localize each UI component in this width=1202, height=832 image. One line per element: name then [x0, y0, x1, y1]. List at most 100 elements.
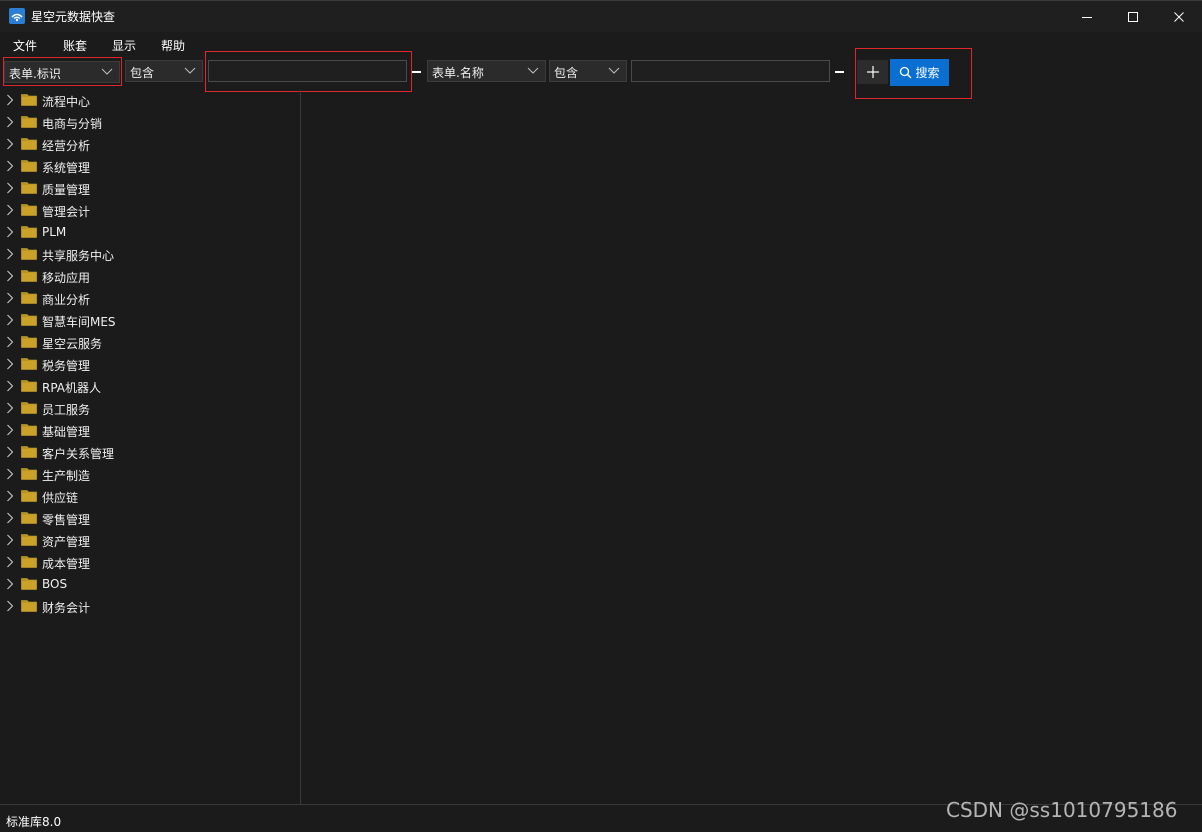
search-button-label: 搜索 — [915, 66, 940, 80]
value-input-2[interactable] — [631, 60, 830, 82]
menu-view[interactable]: 显示 — [112, 37, 136, 54]
tree-item[interactable]: 系统管理 — [0, 156, 300, 178]
chevron-right-icon[interactable] — [6, 358, 14, 370]
tree-item-label: 供应链 — [42, 491, 79, 505]
tree-item-label: 质量管理 — [42, 183, 91, 197]
add-condition-button[interactable] — [857, 60, 888, 84]
chevron-right-icon[interactable] — [6, 380, 14, 392]
chevron-right-icon[interactable] — [6, 578, 14, 590]
chevron-right-icon[interactable] — [6, 468, 14, 480]
tree-item[interactable]: 管理会计 — [0, 200, 300, 222]
field-select-1-value: 表单.标识 — [9, 67, 61, 81]
tree-item[interactable]: 资产管理 — [0, 530, 300, 552]
tree-item[interactable]: PLM — [0, 222, 300, 244]
chevron-right-icon[interactable] — [6, 424, 14, 436]
filter-toolbar: 表单.标识 包含 表单.名称 包含 搜索 — [0, 48, 1202, 99]
folder-icon — [21, 204, 37, 216]
tree-item[interactable]: 生产制造 — [0, 464, 300, 486]
tree-item[interactable]: 智慧车间MES — [0, 310, 300, 332]
chevron-right-icon[interactable] — [6, 446, 14, 458]
tree-item[interactable]: 供应链 — [0, 486, 300, 508]
minimize-icon — [1082, 16, 1092, 18]
chevron-right-icon[interactable] — [6, 160, 14, 172]
tree-item-label: 经营分析 — [42, 139, 91, 153]
chevron-right-icon[interactable] — [6, 556, 14, 568]
tree-item[interactable]: 成本管理 — [0, 552, 300, 574]
tree-item-label: 电商与分销 — [42, 117, 103, 131]
tree-item-label: PLM — [42, 225, 67, 239]
maximize-button[interactable] — [1110, 1, 1156, 32]
menu-account-set[interactable]: 账套 — [63, 37, 87, 54]
chevron-right-icon[interactable] — [6, 512, 14, 524]
tree-item[interactable]: 质量管理 — [0, 178, 300, 200]
menu-file[interactable]: 文件 — [13, 37, 37, 54]
tree-item[interactable]: 客户关系管理 — [0, 442, 300, 464]
folder-icon — [21, 468, 37, 480]
tree-item-label: RPA机器人 — [42, 381, 102, 395]
chevron-down-icon — [184, 67, 196, 74]
chevron-right-icon[interactable] — [6, 270, 14, 282]
field-select-1[interactable]: 表单.标识 — [4, 61, 120, 83]
chevron-right-icon[interactable] — [6, 292, 14, 304]
tree-item[interactable]: 经营分析 — [0, 134, 300, 156]
chevron-right-icon[interactable] — [6, 204, 14, 216]
title-bar: 星空元数据快查 — [0, 0, 1202, 32]
chevron-right-icon[interactable] — [6, 314, 14, 326]
close-icon — [1174, 11, 1184, 22]
chevron-right-icon[interactable] — [6, 226, 14, 238]
close-button[interactable] — [1156, 1, 1202, 32]
tree-item[interactable]: 基础管理 — [0, 420, 300, 442]
tree-item[interactable]: 共享服务中心 — [0, 244, 300, 266]
chevron-right-icon[interactable] — [6, 490, 14, 502]
chevron-right-icon[interactable] — [6, 116, 14, 128]
chevron-right-icon[interactable] — [6, 248, 14, 260]
chevron-right-icon[interactable] — [6, 138, 14, 150]
chevron-right-icon[interactable] — [6, 402, 14, 414]
folder-icon — [21, 556, 37, 568]
value-input-1[interactable] — [208, 60, 407, 82]
tree-item-label: 税务管理 — [42, 359, 91, 373]
chevron-down-icon — [101, 68, 113, 75]
operator-select-2[interactable]: 包含 — [549, 60, 627, 82]
chevron-right-icon[interactable] — [6, 600, 14, 612]
menu-bar: 文件 账套 显示 帮助 — [0, 32, 1202, 56]
folder-icon — [21, 182, 37, 194]
tree-item[interactable]: 星空云服务 — [0, 332, 300, 354]
folder-icon — [21, 314, 37, 326]
window-title: 星空元数据快查 — [31, 10, 116, 24]
menu-help[interactable]: 帮助 — [161, 37, 185, 54]
folder-icon — [21, 490, 37, 502]
tree-item[interactable]: 移动应用 — [0, 266, 300, 288]
chevron-right-icon[interactable] — [6, 182, 14, 194]
tree-item-label: 星空云服务 — [42, 337, 103, 351]
chevron-right-icon[interactable] — [6, 94, 14, 106]
tree-item[interactable]: 零售管理 — [0, 508, 300, 530]
tree-item[interactable]: 财务会计 — [0, 596, 300, 618]
range-dash — [835, 71, 844, 73]
app-logo-icon — [9, 8, 25, 24]
folder-icon — [21, 336, 37, 348]
folder-icon — [21, 380, 37, 392]
operator-select-1[interactable]: 包含 — [125, 60, 203, 82]
tree-item[interactable]: RPA机器人 — [0, 376, 300, 398]
tree-item-label: 客户关系管理 — [42, 447, 115, 461]
tree-item[interactable]: BOS — [0, 574, 300, 596]
tree-item[interactable]: 税务管理 — [0, 354, 300, 376]
minimize-button[interactable] — [1064, 1, 1110, 32]
chevron-right-icon[interactable] — [6, 336, 14, 348]
search-button[interactable]: 搜索 — [890, 59, 949, 86]
folder-icon — [21, 424, 37, 436]
tree-item[interactable]: 电商与分销 — [0, 112, 300, 134]
tree-item[interactable]: 商业分析 — [0, 288, 300, 310]
folder-icon — [21, 138, 37, 150]
folder-icon — [21, 160, 37, 172]
tree-item-label: 管理会计 — [42, 205, 91, 219]
tree-item[interactable]: 流程中心 — [0, 90, 300, 112]
tree-item[interactable]: 员工服务 — [0, 398, 300, 420]
result-pane — [302, 90, 1202, 804]
folder-icon — [21, 600, 37, 612]
field-select-2[interactable]: 表单.名称 — [427, 60, 546, 82]
folder-icon — [21, 94, 37, 106]
operator-select-1-value: 包含 — [130, 66, 155, 80]
chevron-right-icon[interactable] — [6, 534, 14, 546]
